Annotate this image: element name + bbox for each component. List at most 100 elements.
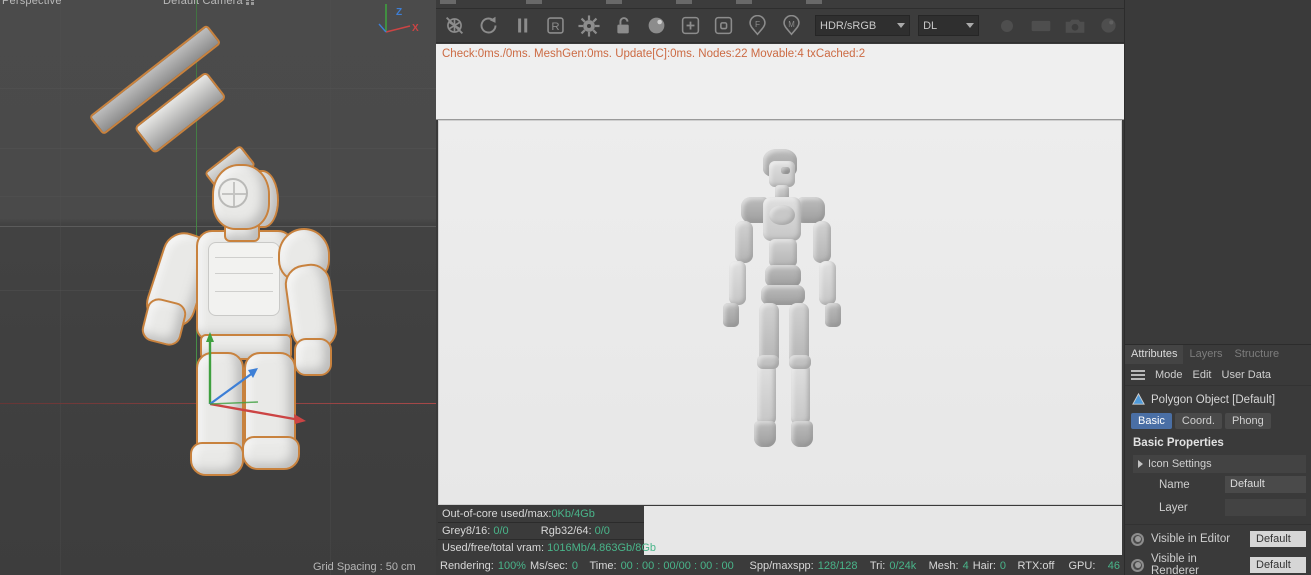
rendering-label: Rendering: (440, 559, 494, 572)
add-box-icon[interactable] (674, 11, 706, 41)
visible-in-renderer-row: Visible in Renderer Default (1125, 550, 1311, 575)
mesh-label: Mesh: (928, 559, 959, 572)
cut-off-toolbar-row[interactable] (436, 0, 1124, 9)
attributes-manager: Attributes Layers Structure Mode Edit Us… (1125, 344, 1311, 575)
mesh-value: 4 (962, 559, 969, 572)
robot-model-render (707, 139, 867, 489)
layer-label: Layer (1159, 501, 1188, 514)
vram-label: Used/free/total vram: (442, 542, 548, 554)
hair-label: Hair: (972, 559, 996, 572)
tab-attributes[interactable]: Attributes (1125, 345, 1184, 364)
camera-icon[interactable] (1059, 11, 1091, 41)
menu-user-data[interactable]: User Data (1222, 369, 1272, 381)
tri-label: Tri: (869, 559, 886, 572)
visible-editor-value[interactable]: Default (1250, 531, 1306, 547)
grey-label: Grey8/16: (442, 525, 494, 537)
sphere-preview-icon[interactable] (991, 11, 1023, 41)
left-3d-viewport[interactable]: Perspective Default Camera Z X Grid Spac… (0, 0, 436, 575)
colorspace-dropdown[interactable]: HDR/sRGB (815, 15, 911, 36)
grid-line (60, 0, 61, 575)
attributes-menubar[interactable]: Mode Edit User Data (1125, 364, 1311, 386)
transform-move-gizmo[interactable] (196, 332, 306, 428)
stats-background (644, 506, 1122, 555)
mssec-label: Ms/sec: (529, 559, 568, 572)
gpu-label: GPU: (1068, 559, 1096, 572)
rectangle-region-icon[interactable] (1025, 11, 1057, 41)
time-label: Time: (589, 559, 617, 572)
visible-renderer-radio[interactable] (1131, 558, 1144, 572)
menu-mode[interactable]: Mode (1155, 369, 1183, 381)
tab-structure[interactable]: Structure (1229, 345, 1286, 364)
svg-text:F: F (755, 19, 760, 29)
render-status-bar: Rendering: 100% Ms/sec: 0 Time: 00 : 00 … (436, 556, 1124, 575)
lock-open-icon[interactable] (607, 11, 639, 41)
region-render-icon[interactable]: R (540, 11, 572, 41)
icon-settings-group[interactable]: Icon Settings (1133, 455, 1306, 473)
out-of-core-label: Out-of-core used/max: (442, 508, 552, 520)
object-title: Polygon Object [Default] (1151, 393, 1276, 406)
render-view-panel: R F M HDR/sRGB DL Check:0ms./0ms. MeshGe… (436, 0, 1124, 575)
visible-renderer-value[interactable]: Default (1250, 557, 1306, 573)
camera-label-text: Default Camera (163, 0, 243, 7)
tab-layers[interactable]: Layers (1183, 345, 1228, 364)
render-info-text: Check:0ms./0ms. MeshGen:0ms. Update[C]:0… (442, 48, 866, 60)
viewport-camera-label: Default Camera (163, 0, 257, 7)
name-input[interactable]: Default (1225, 476, 1306, 493)
vram-value: 1016Mb/4.863Gb/8Gb (547, 542, 657, 554)
focus-pin-icon[interactable]: F (742, 11, 774, 41)
chevron-right-icon (1138, 460, 1143, 468)
engine-dropdown[interactable]: DL (918, 15, 980, 36)
tri-value: 0/24k (889, 559, 917, 572)
tab-phong[interactable]: Phong (1224, 413, 1271, 429)
divider (1125, 524, 1311, 525)
shaded-sphere-icon[interactable] (1092, 11, 1124, 41)
time-value: 00 : 00 : 00/00 : 00 : 00 (620, 559, 734, 572)
hamburger-menu-icon[interactable] (1131, 369, 1145, 380)
render-toolbar[interactable]: R F M HDR/sRGB DL (436, 9, 1124, 43)
pause-render-icon[interactable] (506, 11, 538, 41)
layer-input[interactable] (1225, 499, 1306, 516)
visible-in-editor-row: Visible in Editor Default (1125, 528, 1311, 550)
right-boot (242, 436, 300, 470)
render-info-bar: Check:0ms./0ms. MeshGen:0ms. Update[C]:0… (436, 44, 1124, 120)
vram-row: Used/free/total vram: 1016Mb/4.863Gb/8Gb (438, 540, 656, 557)
grid-spacing-label: Grid Spacing : 50 cm (313, 561, 416, 573)
chevron-down-icon (897, 23, 906, 28)
vest (208, 242, 280, 316)
camera-dots-icon[interactable] (245, 0, 257, 5)
right-panel: Attributes Layers Structure Mode Edit Us… (1124, 0, 1311, 575)
viewport-axis-gizmo: Z X (376, 2, 422, 36)
menu-edit[interactable]: Edit (1193, 369, 1212, 381)
colorspace-value: HDR/sRGB (820, 19, 877, 32)
visible-editor-label: Visible in Editor (1151, 533, 1231, 545)
viewport-view-label: Perspective (2, 0, 62, 7)
object-property-tabs[interactable]: Basic Coord. Phong (1125, 411, 1311, 433)
settings-gear-icon[interactable] (574, 11, 606, 41)
basic-properties-title: Basic Properties (1133, 437, 1224, 449)
svg-text:R: R (552, 21, 560, 33)
svg-text:Z: Z (396, 7, 402, 18)
refresh-render-icon[interactable] (473, 11, 505, 41)
svg-text:M: M (788, 20, 795, 29)
left-boot (190, 442, 244, 476)
visor-icon (218, 178, 248, 208)
material-sphere-icon[interactable] (641, 11, 673, 41)
visible-editor-radio[interactable] (1131, 532, 1144, 546)
mssec-value: 0 (571, 559, 578, 572)
application-window: Perspective Default Camera Z X Grid Spac… (0, 0, 1311, 575)
object-box-icon[interactable] (708, 11, 740, 41)
icon-settings-label: Icon Settings (1148, 458, 1212, 470)
render-canvas[interactable] (438, 120, 1122, 505)
tab-coord[interactable]: Coord. (1174, 413, 1222, 429)
name-label: Name (1159, 478, 1190, 491)
grey-rgb-row: Grey8/16: 0/0 Rgb32/64: 0/0 (438, 523, 644, 540)
polygon-object-icon (1132, 392, 1145, 405)
attributes-tabs[interactable]: Attributes Layers Structure (1125, 345, 1311, 364)
visible-renderer-label: Visible in Renderer (1151, 553, 1199, 575)
stop-render-icon[interactable] (439, 11, 471, 41)
hair-value: 0 (999, 559, 1007, 572)
tab-basic[interactable]: Basic (1131, 413, 1172, 429)
engine-value: DL (923, 19, 938, 32)
material-pin-icon[interactable]: M (775, 11, 807, 41)
out-of-core-row: Out-of-core used/max:0Kb/4Gb (438, 506, 644, 523)
